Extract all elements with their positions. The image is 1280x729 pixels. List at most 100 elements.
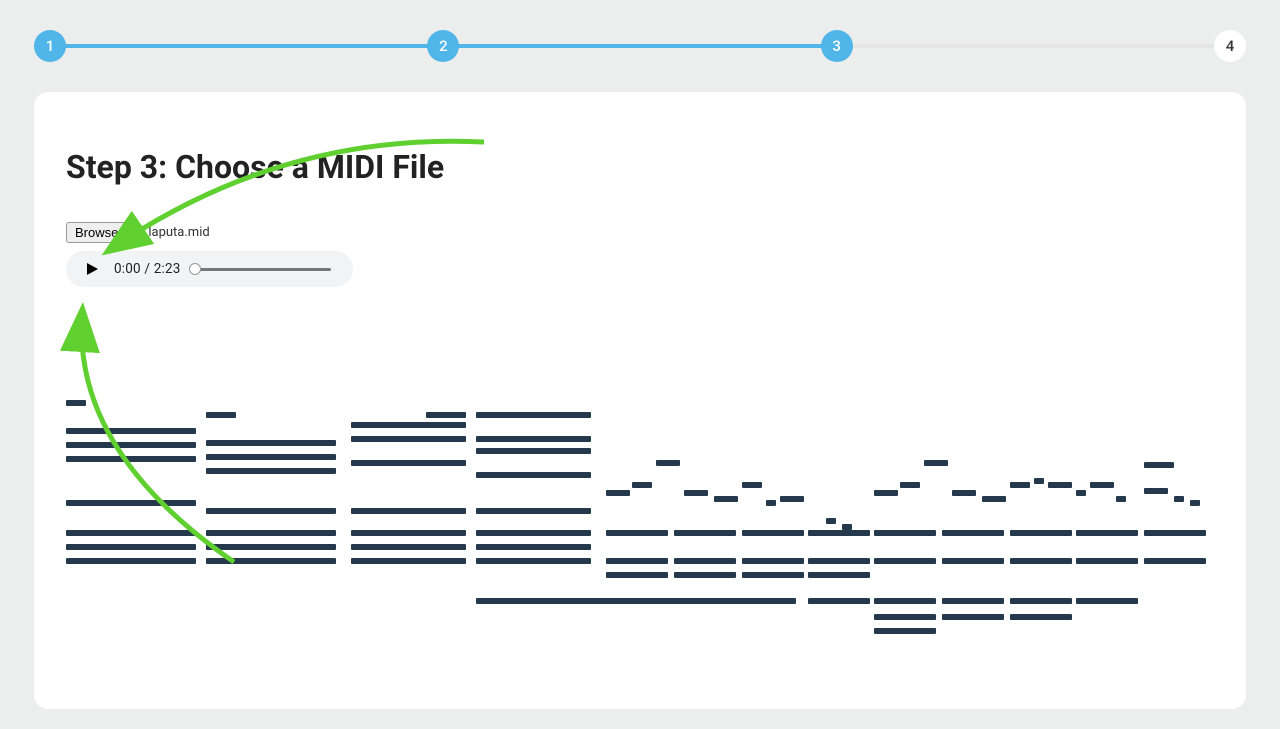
midi-note (742, 558, 804, 564)
midi-note (900, 482, 920, 488)
midi-note (66, 558, 196, 564)
midi-note (206, 530, 336, 536)
midi-note (206, 454, 336, 460)
audio-seek-track[interactable] (195, 268, 331, 271)
midi-note (1034, 478, 1044, 484)
midi-note (206, 468, 336, 474)
midi-note (66, 400, 86, 406)
midi-note (206, 412, 236, 418)
midi-note (656, 460, 680, 466)
midi-note (780, 496, 804, 502)
midi-note (982, 496, 1006, 502)
midi-note (1010, 598, 1072, 604)
midi-note (206, 440, 336, 446)
step-node-2[interactable]: 2 (427, 30, 459, 62)
midi-note (66, 500, 196, 506)
midi-note (1144, 488, 1168, 494)
midi-note (476, 412, 591, 418)
midi-note (476, 436, 591, 442)
midi-note (476, 558, 591, 564)
midi-note (924, 460, 948, 466)
midi-note (808, 572, 870, 578)
midi-note (66, 442, 196, 448)
midi-note (632, 482, 652, 488)
midi-note (1144, 530, 1206, 536)
midi-note (674, 530, 736, 536)
midi-note (874, 614, 936, 620)
midi-note (1076, 530, 1138, 536)
midi-note (606, 490, 630, 496)
browse-button[interactable]: Browse… (66, 222, 140, 243)
midi-note (1076, 598, 1138, 604)
midi-note (66, 544, 196, 550)
midi-note (1010, 530, 1072, 536)
step-node-4[interactable]: 4 (1214, 30, 1246, 62)
midi-note (808, 530, 870, 536)
midi-note (351, 508, 466, 514)
midi-note (684, 490, 708, 496)
midi-note (674, 572, 736, 578)
midi-note (742, 482, 762, 488)
midi-note (206, 508, 336, 514)
midi-note (808, 558, 870, 564)
play-button[interactable] (84, 261, 100, 277)
midi-note (1048, 482, 1072, 488)
step-node-1[interactable]: 1 (34, 30, 66, 62)
selected-file-name: laputa.mid (148, 225, 209, 240)
midi-note (606, 572, 668, 578)
midi-note (742, 572, 804, 578)
midi-note (1010, 558, 1072, 564)
play-icon (85, 262, 99, 276)
step-title: Step 3: Choose a MIDI File (66, 148, 1214, 186)
midi-note (942, 598, 1004, 604)
wizard-stepper: 1 2 3 4 (0, 0, 1280, 60)
midi-note (842, 524, 852, 530)
midi-note (1010, 614, 1072, 620)
step-card: Step 3: Choose a MIDI File Browse… laput… (34, 92, 1246, 709)
midi-note (808, 598, 870, 604)
midi-note (476, 472, 591, 478)
midi-note (952, 490, 976, 496)
midi-note (942, 558, 1004, 564)
midi-note (351, 558, 466, 564)
midi-note (1190, 500, 1200, 506)
midi-note (476, 598, 796, 604)
midi-note (826, 518, 836, 524)
midi-note (1076, 558, 1138, 564)
midi-piano-roll (66, 400, 1214, 669)
midi-note (66, 428, 196, 434)
midi-note (1116, 496, 1126, 502)
midi-note (351, 530, 466, 536)
midi-note (66, 456, 196, 462)
midi-note (426, 412, 466, 418)
midi-note (351, 544, 466, 550)
midi-note (874, 490, 898, 496)
midi-note (742, 530, 804, 536)
midi-note (1076, 490, 1086, 496)
midi-note (942, 530, 1004, 536)
midi-note (1090, 482, 1114, 488)
midi-note (206, 544, 336, 550)
midi-note (942, 614, 1004, 620)
midi-note (476, 448, 591, 454)
midi-note (606, 530, 668, 536)
audio-player: 0:00 / 2:23 (66, 251, 353, 287)
audio-seek-thumb[interactable] (189, 263, 201, 275)
midi-note (874, 628, 936, 634)
audio-current-time: 0:00 (114, 261, 141, 277)
midi-note (476, 530, 591, 536)
midi-note (714, 496, 738, 502)
step-node-3[interactable]: 3 (821, 30, 853, 62)
midi-note (476, 544, 591, 550)
file-chooser-row: Browse… laputa.mid (66, 222, 1214, 243)
audio-time-display: 0:00 / 2:23 (114, 261, 181, 277)
midi-note (66, 530, 196, 536)
midi-note (874, 530, 936, 536)
midi-note (351, 422, 466, 428)
midi-note (1010, 482, 1030, 488)
midi-note (1174, 496, 1184, 502)
midi-note (674, 558, 736, 564)
midi-note (1144, 558, 1206, 564)
midi-note (476, 508, 591, 514)
midi-note (1144, 462, 1174, 468)
